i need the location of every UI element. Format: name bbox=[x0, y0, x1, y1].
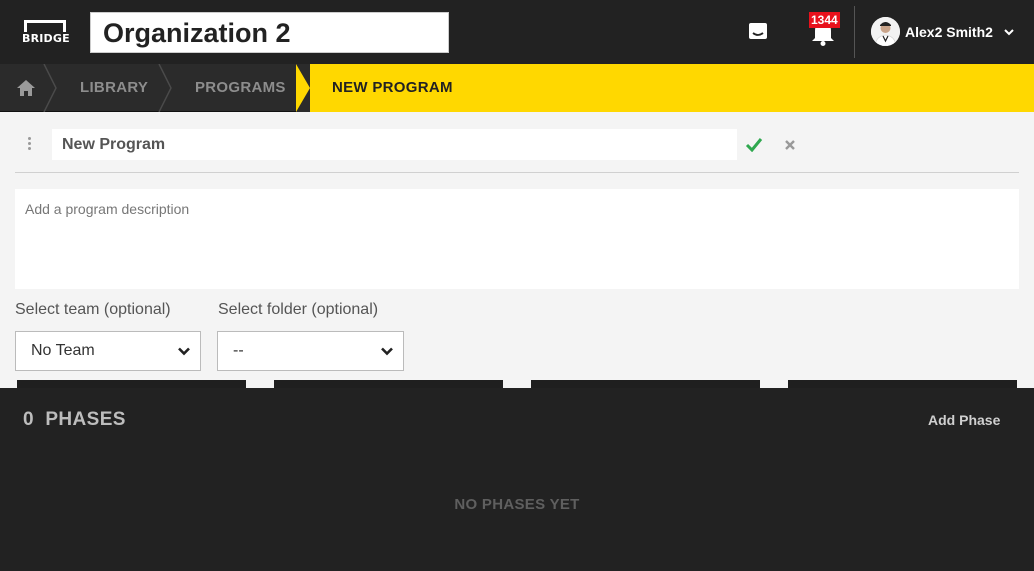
folder-select-value: -- bbox=[233, 342, 244, 359]
program-title-input[interactable] bbox=[52, 129, 737, 160]
program-description-input[interactable] bbox=[15, 189, 1019, 289]
folder-select[interactable]: -- bbox=[217, 331, 404, 371]
breadcrumb-separator-icon bbox=[158, 64, 172, 112]
bridge-logo[interactable]: BRIDGE bbox=[22, 20, 72, 46]
organization-name: Organization 2 bbox=[103, 18, 291, 48]
home-icon[interactable] bbox=[16, 79, 36, 97]
logo-bracket-icon bbox=[24, 20, 66, 32]
chevron-down-icon bbox=[178, 347, 190, 356]
breadcrumb-separator-icon bbox=[43, 64, 57, 112]
section-tab-2[interactable] bbox=[274, 380, 503, 388]
divider bbox=[15, 172, 1019, 173]
user-menu-chevron-down-icon[interactable] bbox=[1004, 29, 1014, 36]
phases-panel: 0 PHASES Add Phase NO PHASES YET bbox=[0, 388, 1034, 571]
breadcrumb-programs[interactable]: PROGRAMS bbox=[195, 79, 286, 96]
team-select-label: Select team (optional) bbox=[15, 301, 171, 318]
chevron-down-icon bbox=[381, 347, 393, 356]
add-phase-button[interactable]: Add Phase bbox=[928, 412, 1000, 428]
organization-selector[interactable]: Organization 2 bbox=[90, 12, 449, 53]
phase-count: 0 bbox=[23, 409, 34, 430]
notification-count-badge: 1344 bbox=[809, 12, 840, 28]
phases-title: PHASES bbox=[45, 409, 126, 430]
logo-text: BRIDGE bbox=[22, 32, 70, 45]
avatar-person-icon bbox=[871, 17, 900, 46]
top-bar: BRIDGE Organization 2 1344 Alex2 Smith2 bbox=[0, 0, 1034, 64]
section-tab-3[interactable] bbox=[531, 380, 760, 388]
folder-select-label: Select folder (optional) bbox=[218, 301, 379, 318]
confirm-check-icon[interactable] bbox=[745, 137, 763, 152]
chat-icon[interactable] bbox=[748, 21, 768, 41]
breadcrumb: LIBRARY PROGRAMS NEW PROGRAM bbox=[0, 64, 1034, 112]
empty-state-text: NO PHASES YET bbox=[454, 496, 580, 513]
team-select[interactable]: No Team bbox=[15, 331, 201, 371]
drag-handle-icon[interactable] bbox=[28, 137, 34, 153]
header-divider bbox=[854, 6, 855, 58]
team-select-value: No Team bbox=[31, 342, 95, 359]
section-tab-1[interactable] bbox=[17, 380, 246, 388]
breadcrumb-active-label: NEW PROGRAM bbox=[332, 79, 453, 96]
username[interactable]: Alex2 Smith2 bbox=[905, 24, 993, 40]
phases-heading: 0 PHASES bbox=[23, 409, 126, 431]
section-tab-4[interactable] bbox=[788, 380, 1017, 388]
breadcrumb-library[interactable]: LIBRARY bbox=[80, 79, 148, 96]
breadcrumb-new-program: NEW PROGRAM bbox=[296, 64, 1034, 112]
cancel-close-icon[interactable] bbox=[784, 139, 796, 151]
user-avatar[interactable] bbox=[871, 17, 900, 46]
